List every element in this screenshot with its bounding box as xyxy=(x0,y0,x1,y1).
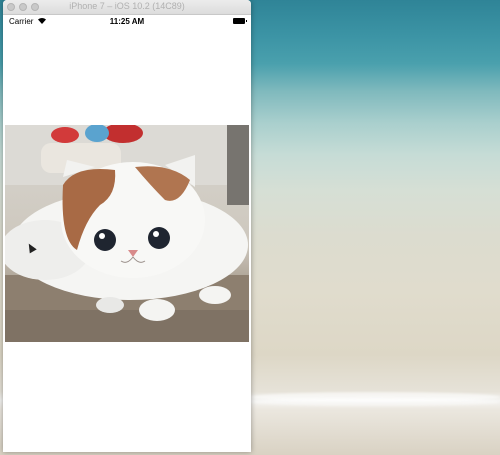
app-content xyxy=(3,28,251,452)
status-time: 11:25 AM xyxy=(109,17,145,26)
cat-illustration xyxy=(5,125,249,342)
wave-foam xyxy=(250,398,500,406)
cat-photo[interactable] xyxy=(5,125,249,342)
window-title: iPhone 7 – iOS 10.2 (14C89) xyxy=(69,1,185,11)
battery-icon xyxy=(233,18,247,24)
ios-status-bar: Carrier 11:25 AM xyxy=(3,15,251,28)
window-titlebar[interactable]: iPhone 7 – iOS 10.2 (14C89) xyxy=(3,0,251,15)
simulator-window[interactable]: iPhone 7 – iOS 10.2 (14C89) Carrier 11:2… xyxy=(3,0,251,452)
